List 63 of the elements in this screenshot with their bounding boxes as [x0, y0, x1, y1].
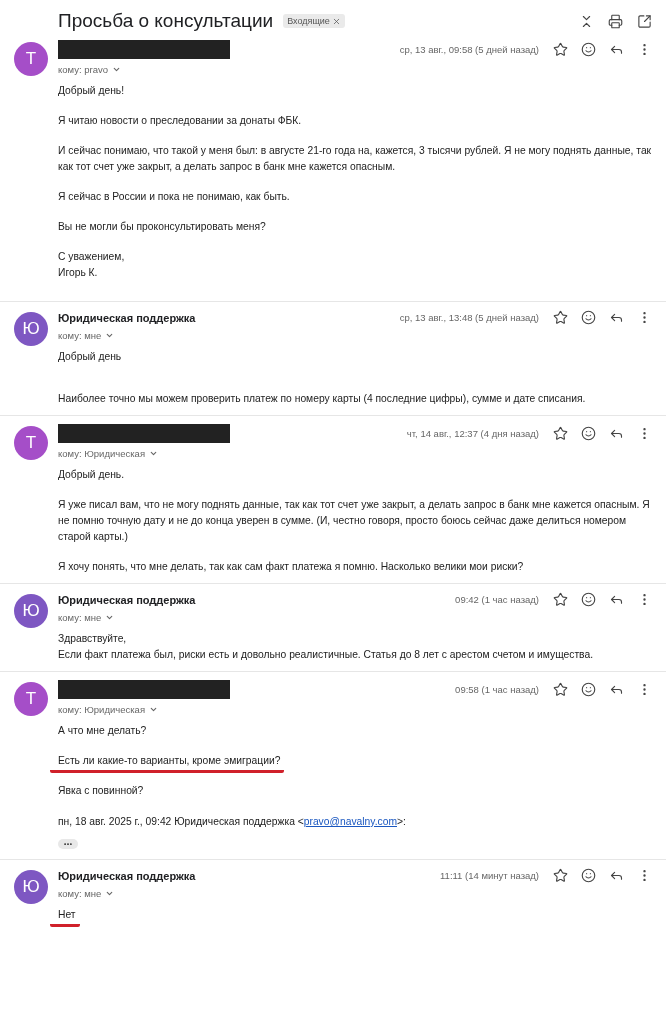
print-icon[interactable] [608, 13, 623, 29]
star-icon[interactable] [553, 592, 568, 607]
message-text: А что мне делать? [58, 724, 147, 738]
message-text: Я читаю новости о преследовании за донаты ФБК. [58, 114, 302, 128]
message-text: Вы не могли бы проконсультировать меня? [58, 220, 266, 234]
quote-header: пн, 18 авг. 2025 г., 09:42 Юридическая поддержка <pravo@navalny.com>: [58, 816, 407, 827]
recipient-line[interactable]: кому: pravo [58, 64, 121, 75]
message-date: 09:58 (1 час назад) [455, 684, 539, 695]
label-chip[interactable]: Входящие [283, 14, 345, 28]
recipient-line[interactable]: кому: мне [58, 330, 115, 341]
star-icon[interactable] [553, 310, 568, 325]
sender-name: Юридическая поддержка [58, 593, 196, 606]
recipient-line[interactable]: кому: Юридическая [58, 448, 159, 459]
message-text: Добрый день. [58, 468, 125, 482]
caret-icon[interactable] [149, 449, 159, 458]
recipient-line[interactable]: кому: Юридическая [58, 704, 159, 715]
emoji-icon[interactable] [581, 682, 596, 697]
message-date: ср, 13 авг., 13:48 (5 дней назад) [399, 312, 539, 323]
emoji-icon[interactable] [581, 310, 596, 325]
sender-avatar: Ю [14, 312, 48, 346]
message-text: Здравствуйте, Если факт платежа был, риски есть и довольно реалистичные. Статья до 8 лет с арестом счетом и имущества. [58, 632, 594, 662]
underlined-message-text: Есть ли какие-то варианты, кроме эмиграции? [50, 753, 285, 773]
message-text: Добрый день [58, 350, 122, 364]
sender-name: Юридическая поддержка [58, 311, 196, 324]
emoji-icon[interactable] [581, 868, 596, 883]
email-subject: Просьба о консультации [58, 10, 274, 32]
star-icon[interactable] [553, 42, 568, 57]
caret-icon[interactable] [105, 613, 115, 622]
recipient-line[interactable]: кому: мне [58, 612, 115, 623]
message-date: ср, 13 авг., 09:58 (5 дней назад) [399, 44, 539, 55]
message-text: Я хочу понять, что мне делать, так как сам факт платежа я помню. Насколько велики мои риски? [58, 560, 524, 574]
star-icon[interactable] [553, 682, 568, 697]
emoji-icon[interactable] [581, 592, 596, 607]
message-text: Наиболее точно мы можем проверить платеж по номеру карты (4 последние цифры), сумме и дате списания. [58, 392, 586, 406]
message-text: Я уже писал вам, что не могу поднять данные, так как тот счет уже закрыт, а делать запрос в банк мне кажется опасным. Я не помню точную дату и не до конца уверен в сумме. (И, честно говоря, просто боюсь сейчас даже делиться номером старой карты.) [58, 498, 651, 544]
underlined-message-text: Нет [50, 907, 80, 927]
recipient-line[interactable]: кому: мне [58, 888, 115, 899]
star-icon[interactable] [553, 426, 568, 441]
star-icon[interactable] [553, 868, 568, 883]
caret-icon[interactable] [112, 65, 121, 74]
close-icon[interactable] [331, 16, 341, 26]
sender-avatar: Т [14, 42, 48, 76]
message-date: 09:42 (1 час назад) [455, 594, 539, 605]
message-text: Добрый день! [58, 84, 125, 98]
message-text: Я сейчас в России и пока не понимаю, как быть. [58, 190, 290, 204]
sender-avatar: Ю [14, 594, 48, 628]
sender-avatar: Ю [14, 870, 48, 904]
sender-name: Юридическая поддержка [58, 869, 196, 882]
emoji-icon[interactable] [581, 426, 596, 441]
message-date: 11:11 (14 минут назад) [440, 870, 539, 881]
email-link[interactable]: pravo@navalny.com [303, 816, 397, 827]
open-new-window-icon[interactable] [637, 13, 652, 29]
sender-avatar: Т [14, 426, 48, 460]
message-date: чт, 14 авг., 12:37 (4 дня назад) [406, 428, 539, 439]
caret-icon[interactable] [149, 705, 159, 714]
message-text: С уважением, Игорь К. [58, 250, 125, 280]
emoji-icon[interactable] [581, 42, 596, 57]
caret-icon[interactable] [105, 331, 115, 340]
caret-icon[interactable] [105, 889, 115, 898]
sender-avatar: Т [14, 682, 48, 716]
message-text: Явка с повинной? [58, 784, 144, 798]
message-text: И сейчас понимаю, что такой у меня был: в августе 21-го года на, кажется, 3 тысячи рублей. Я не могу поднять данные, так как тот счет уже закрыт, а делать запрос в банк мне кажется опасным. [58, 144, 652, 174]
show-trimmed-button[interactable] [58, 839, 78, 849]
